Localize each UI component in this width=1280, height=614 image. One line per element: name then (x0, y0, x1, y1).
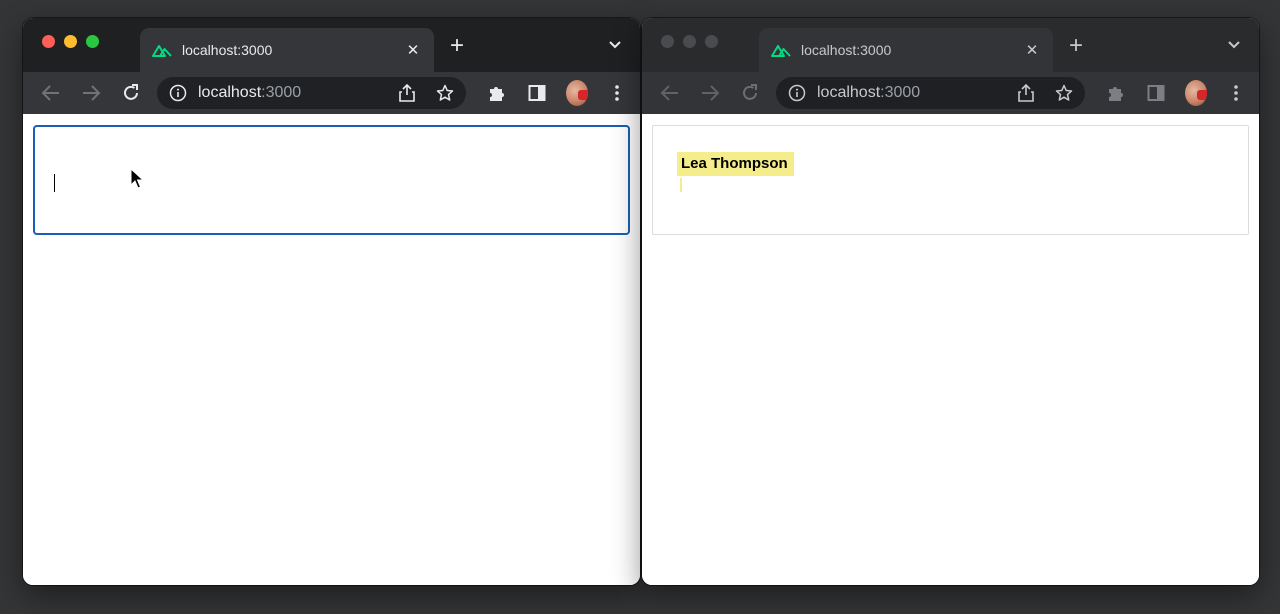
editor-input[interactable]: Lea Thompson (652, 125, 1249, 235)
info-icon[interactable] (169, 84, 187, 102)
kebab-menu-icon[interactable] (1225, 82, 1247, 104)
address-bar[interactable]: localhost:3000 (776, 77, 1085, 109)
profile-avatar[interactable] (566, 80, 588, 106)
nuxt-logo-icon (152, 45, 172, 57)
close-window-button[interactable] (661, 35, 674, 48)
forward-button[interactable] (71, 77, 111, 109)
maximize-window-button[interactable] (86, 35, 99, 48)
puzzle-icon[interactable] (1105, 82, 1127, 104)
arrow-left-icon (660, 85, 678, 101)
page-content: Lea Thompson (642, 114, 1259, 585)
share-icon[interactable] (1017, 84, 1035, 102)
active-tab[interactable]: localhost:3000 ✕ (759, 28, 1053, 72)
share-icon[interactable] (398, 84, 416, 102)
info-icon[interactable] (788, 84, 806, 102)
mouse-pointer-icon (130, 168, 144, 189)
browser-window-right: localhost:3000 ✕ + localhost:3000 Lea T… (642, 18, 1259, 585)
forward-button[interactable] (690, 77, 730, 109)
url-host: localhost (198, 84, 262, 101)
window-controls (42, 35, 99, 48)
browser-window-left: localhost:3000 ✕ + localhost:3000 (23, 18, 640, 585)
back-button[interactable] (31, 77, 71, 109)
side-panel-icon[interactable] (526, 82, 548, 104)
url-port: :3000 (261, 84, 302, 101)
arrow-right-icon (702, 85, 720, 101)
url-host: localhost (817, 84, 881, 101)
side-panel-icon[interactable] (1145, 82, 1167, 104)
reload-button[interactable] (111, 77, 151, 109)
tab-close-icon[interactable]: ✕ (404, 41, 422, 59)
puzzle-icon[interactable] (486, 82, 508, 104)
window-controls (661, 35, 718, 48)
new-tab-button[interactable]: + (450, 34, 464, 58)
tab-close-icon[interactable]: ✕ (1023, 41, 1041, 59)
close-window-button[interactable] (42, 35, 55, 48)
minimize-window-button[interactable] (64, 35, 77, 48)
page-content (23, 114, 640, 585)
arrow-right-icon (83, 85, 101, 101)
minimize-window-button[interactable] (683, 35, 696, 48)
collaborator-cursor-label: Lea Thompson (677, 152, 794, 176)
arrow-left-icon (41, 85, 59, 101)
star-icon[interactable] (1055, 84, 1073, 102)
tab-title: localhost:3000 (801, 42, 892, 58)
address-bar[interactable]: localhost:3000 (157, 77, 466, 109)
star-icon[interactable] (436, 84, 454, 102)
maximize-window-button[interactable] (705, 35, 718, 48)
reload-icon (124, 84, 138, 100)
new-tab-button[interactable]: + (1069, 34, 1083, 58)
editor-input[interactable] (33, 125, 630, 235)
reload-icon (743, 84, 757, 100)
tab-strip: localhost:3000 ✕ + (23, 18, 640, 72)
toolbar: localhost:3000 (23, 72, 640, 114)
tab-strip: localhost:3000 ✕ + (642, 18, 1259, 72)
profile-avatar[interactable] (1185, 80, 1207, 106)
active-tab[interactable]: localhost:3000 ✕ (140, 28, 434, 72)
nuxt-logo-icon (771, 45, 791, 57)
reload-button[interactable] (730, 77, 770, 109)
kebab-menu-icon[interactable] (606, 82, 628, 104)
url-port: :3000 (880, 84, 921, 101)
collaborator-caret (680, 178, 682, 192)
toolbar: localhost:3000 (642, 72, 1259, 114)
chevron-down-icon[interactable] (608, 40, 622, 50)
back-button[interactable] (650, 77, 690, 109)
tab-title: localhost:3000 (182, 42, 273, 58)
chevron-down-icon[interactable] (1227, 40, 1241, 50)
text-caret (54, 174, 55, 192)
